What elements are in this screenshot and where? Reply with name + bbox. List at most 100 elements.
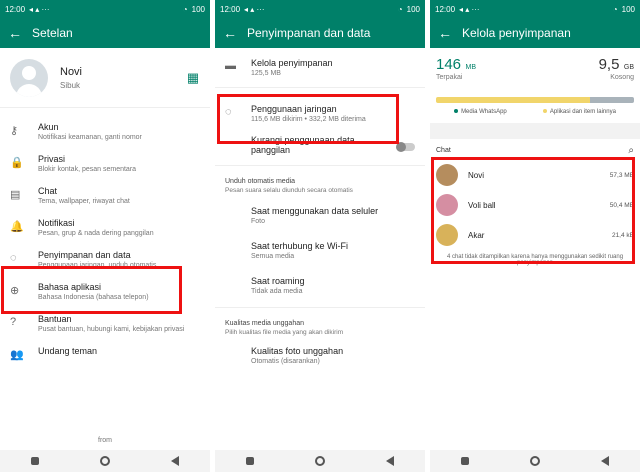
- lock-icon: 🔒: [10, 157, 24, 169]
- settings-panel: 12:00 ◂ ▴ ··· ◔ 100 ← Setelan Novi Sibuk ▦…: [0, 0, 210, 472]
- setting-title: Bahasa aplikasi: [38, 282, 102, 292]
- app-bar: ← Setelan: [0, 18, 210, 48]
- key-icon: ⚷: [10, 125, 19, 137]
- auto-download-item[interactable]: Saat terhubung ke Wi-Fi Semua media: [215, 233, 425, 268]
- profile-name: Novi: [60, 65, 83, 78]
- setting-item[interactable]: ▤ Chat Tema, wallpaper, riwayat chat: [0, 180, 210, 212]
- profile-row[interactable]: Novi Sibuk ▦: [0, 48, 210, 108]
- auto-download-list: Saat menggunakan data seluler Foto Saat …: [215, 198, 425, 303]
- quality-subtitle: Pilih kualitas file media yang akan diki…: [225, 329, 344, 336]
- recents-button[interactable]: [460, 457, 469, 465]
- home-button[interactable]: [529, 456, 540, 466]
- legend-whatsapp-label: Media WhatsApp: [461, 109, 507, 115]
- setting-item[interactable]: 🔒 Privasi Blokir kontak, pesan sementara: [0, 148, 210, 180]
- qr-code-icon[interactable]: ▦: [186, 70, 200, 85]
- navigation-bar: [215, 450, 425, 472]
- chat-name: Akar: [468, 230, 485, 240]
- back-icon[interactable]: ←: [223, 25, 247, 41]
- photo-quality-subtitle: Otomatis (disarankan): [251, 358, 320, 365]
- manage-storage-panel: 12:00 ◂ ▴ ··· ◔ 100 ← Kelola penyimpanan 1…: [430, 0, 640, 472]
- status-bar: 12:00 ◂ ▴ ··· ◔ 100: [215, 0, 425, 18]
- avatar[interactable]: [10, 58, 48, 97]
- navigation-bar: [0, 450, 210, 472]
- divider: [215, 307, 425, 308]
- status-time: 12:00: [5, 4, 26, 14]
- help-icon: ?: [10, 316, 17, 328]
- status-time: 12:00: [435, 4, 456, 14]
- reduce-data-item[interactable]: Kurangi penggunaan data panggilan: [215, 129, 425, 161]
- free-label: Kosong: [610, 74, 634, 81]
- hidden-chats-note: 4 chat tidak ditampilkan karena hanya me…: [446, 254, 624, 266]
- setting-title: Privasi: [38, 154, 66, 164]
- divider: [215, 165, 425, 166]
- setting-title: Undang teman: [38, 346, 98, 356]
- home-button[interactable]: [99, 456, 110, 466]
- chat-row[interactable]: Voli ball 50,4 MB: [430, 190, 640, 220]
- legend-dot-other: [542, 109, 547, 113]
- setting-item[interactable]: 🔔 Notifikasi Pesan, grup & nada dering p…: [0, 212, 210, 244]
- setting-title: Akun: [38, 122, 59, 132]
- back-button[interactable]: [601, 456, 610, 466]
- manage-storage-size: 125,5 MB: [251, 70, 281, 77]
- reduce-data-toggle[interactable]: [396, 142, 415, 152]
- storage-data-panel: 12:00 ◂ ▴ ··· ◔ 100 ← Penyimpanan dan data…: [215, 0, 425, 472]
- wifi-icon: ◔: [182, 4, 188, 14]
- setting-title: Notifikasi: [38, 218, 75, 228]
- chat-header-label: Chat: [436, 147, 451, 154]
- back-button[interactable]: [171, 456, 180, 466]
- setting-item[interactable]: ⚷ Akun Notifikasi keamanan, ganti nomor: [0, 116, 210, 148]
- legend-other-label: Aplikasi dan item lainnya: [549, 109, 616, 115]
- battery-level: 100: [191, 4, 205, 14]
- legend-dot-whatsapp: [454, 109, 459, 113]
- search-icon[interactable]: ⌕: [628, 145, 634, 156]
- navigation-bar: [430, 450, 640, 472]
- auto-download-subtitle: Pesan suara selalu diunduh secara otomat…: [225, 187, 353, 194]
- chat-icon: ▤: [10, 189, 21, 201]
- bell-icon: 🔔: [10, 221, 24, 233]
- setting-subtitle: Pesan, grup & nada dering panggilan: [38, 230, 154, 237]
- wifi-icon: ◔: [612, 4, 618, 14]
- photo-quality-item[interactable]: Kualitas foto unggahan Otomatis (disaran…: [215, 340, 425, 371]
- back-icon[interactable]: ←: [8, 25, 32, 41]
- status-time: 12:00: [220, 4, 241, 14]
- signal-icons: ◂ ▴ ···: [29, 4, 50, 14]
- chat-row[interactable]: Akar 21,4 kB: [430, 220, 640, 250]
- auto-download-item[interactable]: Saat roaming Tidak ada media: [215, 268, 425, 303]
- setting-item[interactable]: ? Bantuan Pusat bantuan, hubungi kami, k…: [0, 308, 210, 340]
- manage-storage-item[interactable]: ▬ Kelola penyimpanan 125,5 MB: [215, 48, 425, 83]
- auto-download-item[interactable]: Saat menggunakan data seluler Foto: [215, 198, 425, 233]
- section-separator: [430, 123, 640, 139]
- setting-subtitle: Notifikasi keamanan, ganti nomor: [38, 134, 142, 141]
- settings-list: ⚷ Akun Notifikasi keamanan, ganti nomor 🔒…: [0, 116, 210, 372]
- used-value: 146: [436, 56, 462, 73]
- back-button[interactable]: [386, 456, 395, 466]
- chat-header: Chat ⌕: [430, 139, 640, 160]
- recents-button[interactable]: [245, 457, 254, 465]
- app-bar: ← Kelola penyimpanan: [430, 18, 640, 48]
- free-value: 9,5: [598, 56, 620, 73]
- folder-icon: ▬: [225, 60, 236, 72]
- quality-heading: Kualitas media unggahan: [225, 320, 305, 327]
- chat-row[interactable]: Novi 57,3 MB: [430, 160, 640, 190]
- battery-level: 100: [406, 4, 420, 14]
- setting-item[interactable]: ⊕ Bahasa aplikasi Bahasa Indonesia (baha…: [0, 276, 210, 308]
- auto-download-heading: Unduh otomatis media: [225, 178, 296, 185]
- setting-item[interactable]: 👥 Undang teman: [0, 340, 210, 372]
- home-button[interactable]: [314, 456, 325, 466]
- chat-size: 50,4 MB: [609, 201, 634, 209]
- whatsapp-media-segment: [436, 97, 591, 103]
- setting-title: Bantuan: [38, 314, 72, 324]
- page-title: Setelan: [32, 26, 73, 40]
- setting-item[interactable]: ◌ Penyimpanan dan data Penggunaan jaring…: [0, 244, 210, 276]
- chat-name: Voli ball: [468, 200, 496, 210]
- setting-title: Penyimpanan dan data: [38, 250, 131, 260]
- divider: [215, 87, 425, 88]
- storage-icon: ◌: [10, 252, 17, 264]
- auto-download-value: Tidak ada media: [251, 288, 303, 295]
- recents-button[interactable]: [30, 457, 39, 465]
- back-icon[interactable]: ←: [438, 25, 462, 41]
- photo-quality-title: Kualitas foto unggahan: [251, 346, 344, 356]
- network-usage-item[interactable]: ◌ Penggunaan jaringan 115,6 MB dikirim •…: [215, 92, 425, 129]
